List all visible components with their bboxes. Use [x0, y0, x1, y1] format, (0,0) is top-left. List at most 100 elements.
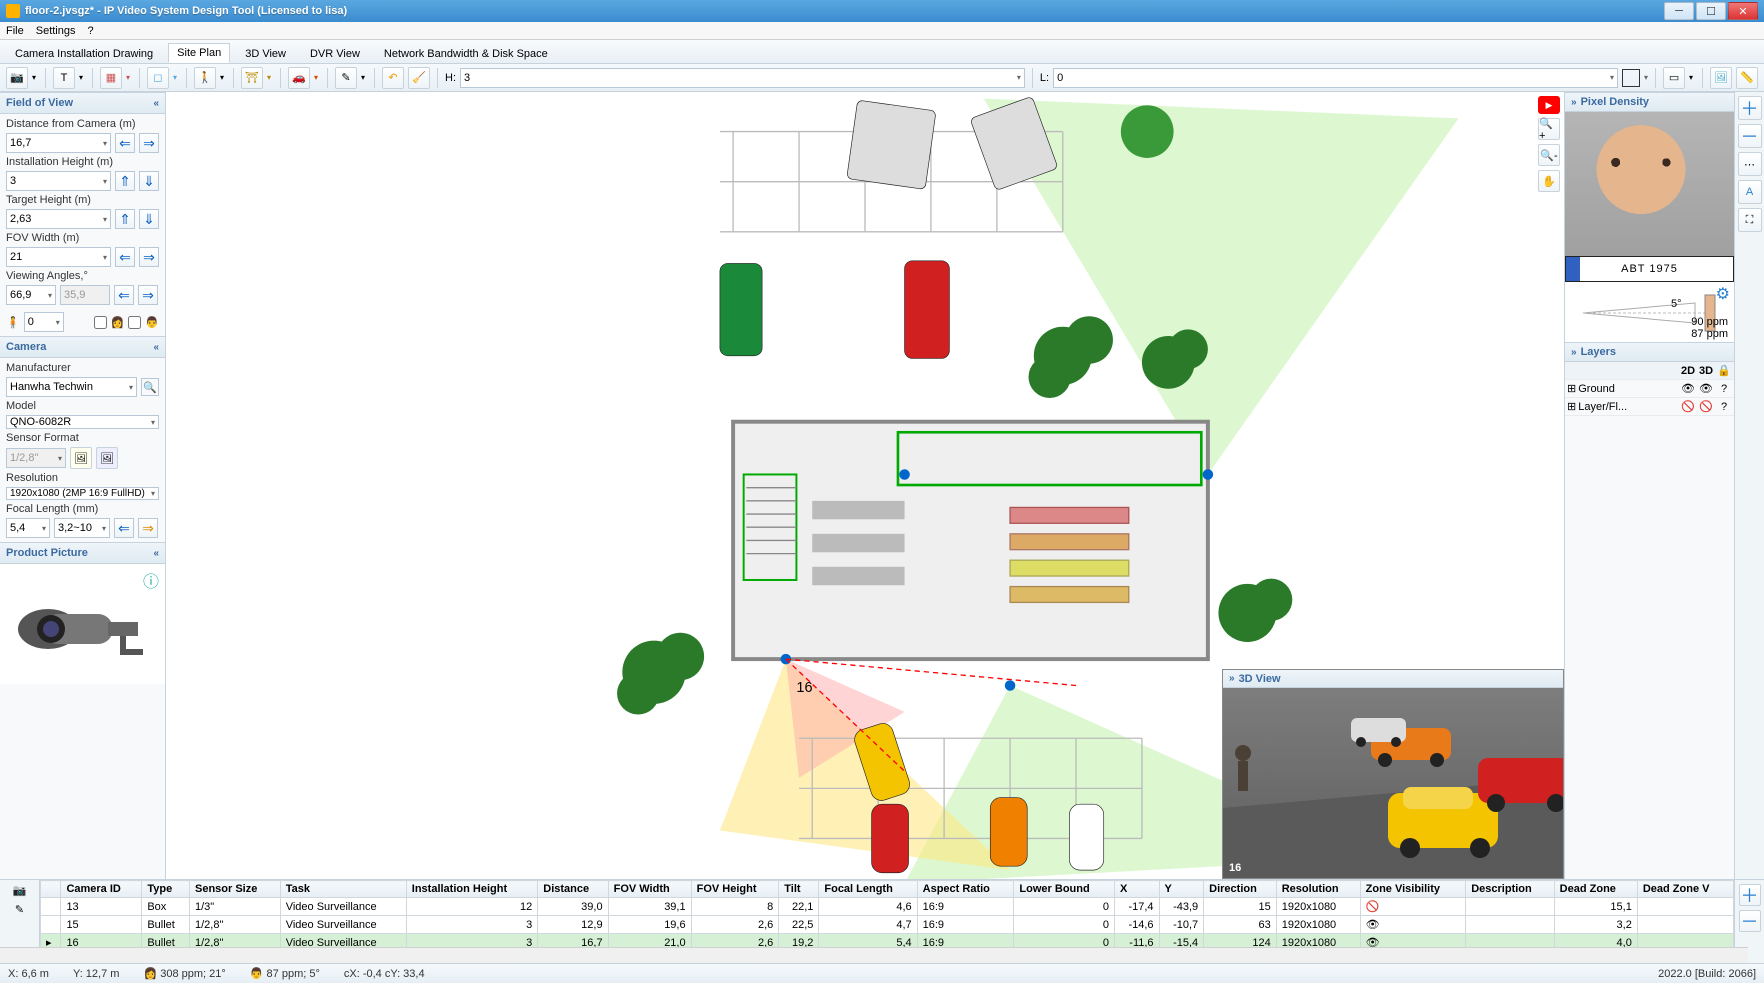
table-header[interactable]: Installation Height: [406, 881, 538, 898]
camera-list-icon[interactable]: 📷: [13, 884, 27, 897]
fov-width-dec-button[interactable]: ⇐: [115, 247, 135, 267]
site-plan-canvas[interactable]: 16 ▶ 🔍+ 🔍- ✋ »3D View 16: [166, 92, 1564, 879]
table-header[interactable]: [41, 881, 61, 898]
model-select[interactable]: QNO-6082R▾: [6, 415, 159, 429]
search-icon[interactable]: 🔍: [141, 378, 159, 396]
table-header[interactable]: Camera ID: [61, 881, 142, 898]
box-tool-button[interactable]: ◻: [147, 67, 169, 89]
focal-dec-button[interactable]: ⇐: [114, 518, 134, 538]
layer-row[interactable]: ⊞Layer/Fl... 🚫 🚫 ?: [1565, 398, 1734, 416]
menu-settings[interactable]: Settings: [36, 25, 76, 37]
angle-dec-button[interactable]: ⇐: [114, 285, 134, 305]
table-header[interactable]: Focal Length: [819, 881, 917, 898]
wall-tool-button[interactable]: ▦: [100, 67, 122, 89]
target-height-down-button[interactable]: ⇓: [139, 209, 159, 229]
layer-row[interactable]: ⊞Ground 👁 👁 ?: [1565, 380, 1734, 398]
camera-tool-button[interactable]: 📷: [6, 67, 28, 89]
collapse-icon[interactable]: «: [153, 98, 159, 109]
table-remove-button[interactable]: －: [1739, 910, 1761, 932]
focal2-input[interactable]: 3,2~10▾: [54, 518, 110, 538]
table-header[interactable]: Distance: [538, 881, 608, 898]
product-panel-header[interactable]: Product Picture «: [0, 542, 165, 564]
fill-tool-button[interactable]: ▭: [1663, 67, 1685, 89]
install-height-input[interactable]: 3▾: [6, 171, 111, 191]
close-button[interactable]: ✕: [1728, 2, 1758, 20]
distance-inc-button[interactable]: ⇒: [139, 133, 159, 153]
person-count-input[interactable]: 0▾: [24, 312, 64, 332]
table-add-button[interactable]: ＋: [1739, 884, 1761, 906]
table-header[interactable]: Sensor Size: [190, 881, 281, 898]
text-tool-button[interactable]: T: [53, 67, 75, 89]
table-header[interactable]: Lower Bound: [1014, 881, 1115, 898]
text-annotation-button[interactable]: A: [1738, 180, 1762, 204]
table-header[interactable]: Dead Zone V: [1637, 881, 1733, 898]
height-input[interactable]: 3▾: [460, 68, 1025, 88]
fov-width-input[interactable]: 21▾: [6, 247, 111, 267]
target-height-up-button[interactable]: ⇑: [115, 209, 135, 229]
female-checkbox[interactable]: [94, 316, 107, 329]
person-standing-icon[interactable]: 🧍: [6, 316, 20, 329]
focal-inc-button[interactable]: ⇒: [138, 518, 158, 538]
pan-button[interactable]: ✋: [1538, 170, 1560, 192]
collapse-icon[interactable]: «: [153, 548, 159, 559]
viewing-angle-h-input[interactable]: 66,9▾: [6, 285, 56, 305]
menu-help[interactable]: ?: [87, 25, 93, 37]
male-checkbox[interactable]: [128, 316, 141, 329]
table-header[interactable]: Direction: [1204, 881, 1277, 898]
horizontal-scrollbar[interactable]: [40, 947, 1734, 963]
table-header[interactable]: Y: [1159, 881, 1204, 898]
collapse-icon[interactable]: «: [153, 342, 159, 353]
background-tool-button[interactable]: 🖼: [1710, 67, 1732, 89]
measure-tool-button[interactable]: 📏: [1736, 67, 1758, 89]
undo-button[interactable]: ↶: [382, 67, 404, 89]
portrait-icon[interactable]: 🖼: [96, 447, 118, 469]
distance-input[interactable]: 16,7▾: [6, 133, 111, 153]
zoom-out-button[interactable]: 🔍-: [1538, 144, 1560, 166]
table-header[interactable]: Tilt: [779, 881, 819, 898]
angle-inc-button[interactable]: ⇒: [138, 285, 158, 305]
level-input[interactable]: 0▾: [1053, 68, 1618, 88]
furniture-tool-button[interactable]: ⛩: [241, 67, 263, 89]
add-layer-button[interactable]: ＋: [1738, 96, 1762, 120]
tab-dvr-view[interactable]: DVR View: [301, 44, 369, 63]
focal1-input[interactable]: 5,4▾: [6, 518, 50, 538]
camera-table[interactable]: Camera IDTypeSensor SizeTaskInstallation…: [40, 880, 1734, 963]
camera-panel-header[interactable]: Camera «: [0, 336, 165, 358]
tab-network-bandwidth[interactable]: Network Bandwidth & Disk Space: [375, 44, 557, 63]
table-header[interactable]: Zone Visibility: [1360, 881, 1466, 898]
install-height-up-button[interactable]: ⇑: [115, 171, 135, 191]
tab-3d-view[interactable]: 3D View: [236, 44, 295, 63]
tab-site-plan[interactable]: Site Plan: [168, 43, 230, 63]
table-header[interactable]: Aspect Ratio: [917, 881, 1014, 898]
table-header[interactable]: Task: [280, 881, 406, 898]
table-row[interactable]: 13Box1/3"Video Surveillance1239,039,1822…: [41, 898, 1734, 916]
table-row[interactable]: 15Bullet1/2,8"Video Surveillance312,919,…: [41, 916, 1734, 934]
settings-icon[interactable]: ⚙: [1716, 284, 1730, 304]
table-header[interactable]: FOV Width: [608, 881, 691, 898]
fov-panel-header[interactable]: Field of View «: [0, 92, 165, 114]
table-header[interactable]: Resolution: [1276, 881, 1360, 898]
fov-width-inc-button[interactable]: ⇒: [139, 247, 159, 267]
minimize-button[interactable]: ─: [1664, 2, 1694, 20]
clear-button[interactable]: 🧹: [408, 67, 430, 89]
layer-options-button[interactable]: ⋯: [1738, 152, 1762, 176]
person-tool-button[interactable]: 🚶: [194, 67, 216, 89]
3d-view-panel[interactable]: »3D View 16: [1222, 669, 1564, 879]
table-header[interactable]: Dead Zone: [1554, 881, 1637, 898]
draw-list-icon[interactable]: ✎: [15, 903, 24, 916]
youtube-icon[interactable]: ▶: [1538, 96, 1560, 114]
info-icon[interactable]: ⓘ: [143, 568, 159, 592]
target-height-input[interactable]: 2,63▾: [6, 209, 111, 229]
install-height-down-button[interactable]: ⇓: [139, 171, 159, 191]
draw-tool-button[interactable]: ✎: [335, 67, 357, 89]
color-swatch[interactable]: [1622, 69, 1640, 87]
table-header[interactable]: X: [1114, 881, 1159, 898]
zoom-in-button[interactable]: 🔍+: [1538, 118, 1560, 140]
landscape-icon[interactable]: 🖼: [70, 447, 92, 469]
menu-file[interactable]: File: [6, 25, 24, 37]
table-header[interactable]: Description: [1466, 881, 1554, 898]
table-header[interactable]: Type: [142, 881, 190, 898]
resolution-select[interactable]: 1920x1080 (2MP 16:9 FullHD)▾: [6, 487, 159, 500]
tab-camera-installation-drawing[interactable]: Camera Installation Drawing: [6, 44, 162, 63]
remove-layer-button[interactable]: －: [1738, 124, 1762, 148]
